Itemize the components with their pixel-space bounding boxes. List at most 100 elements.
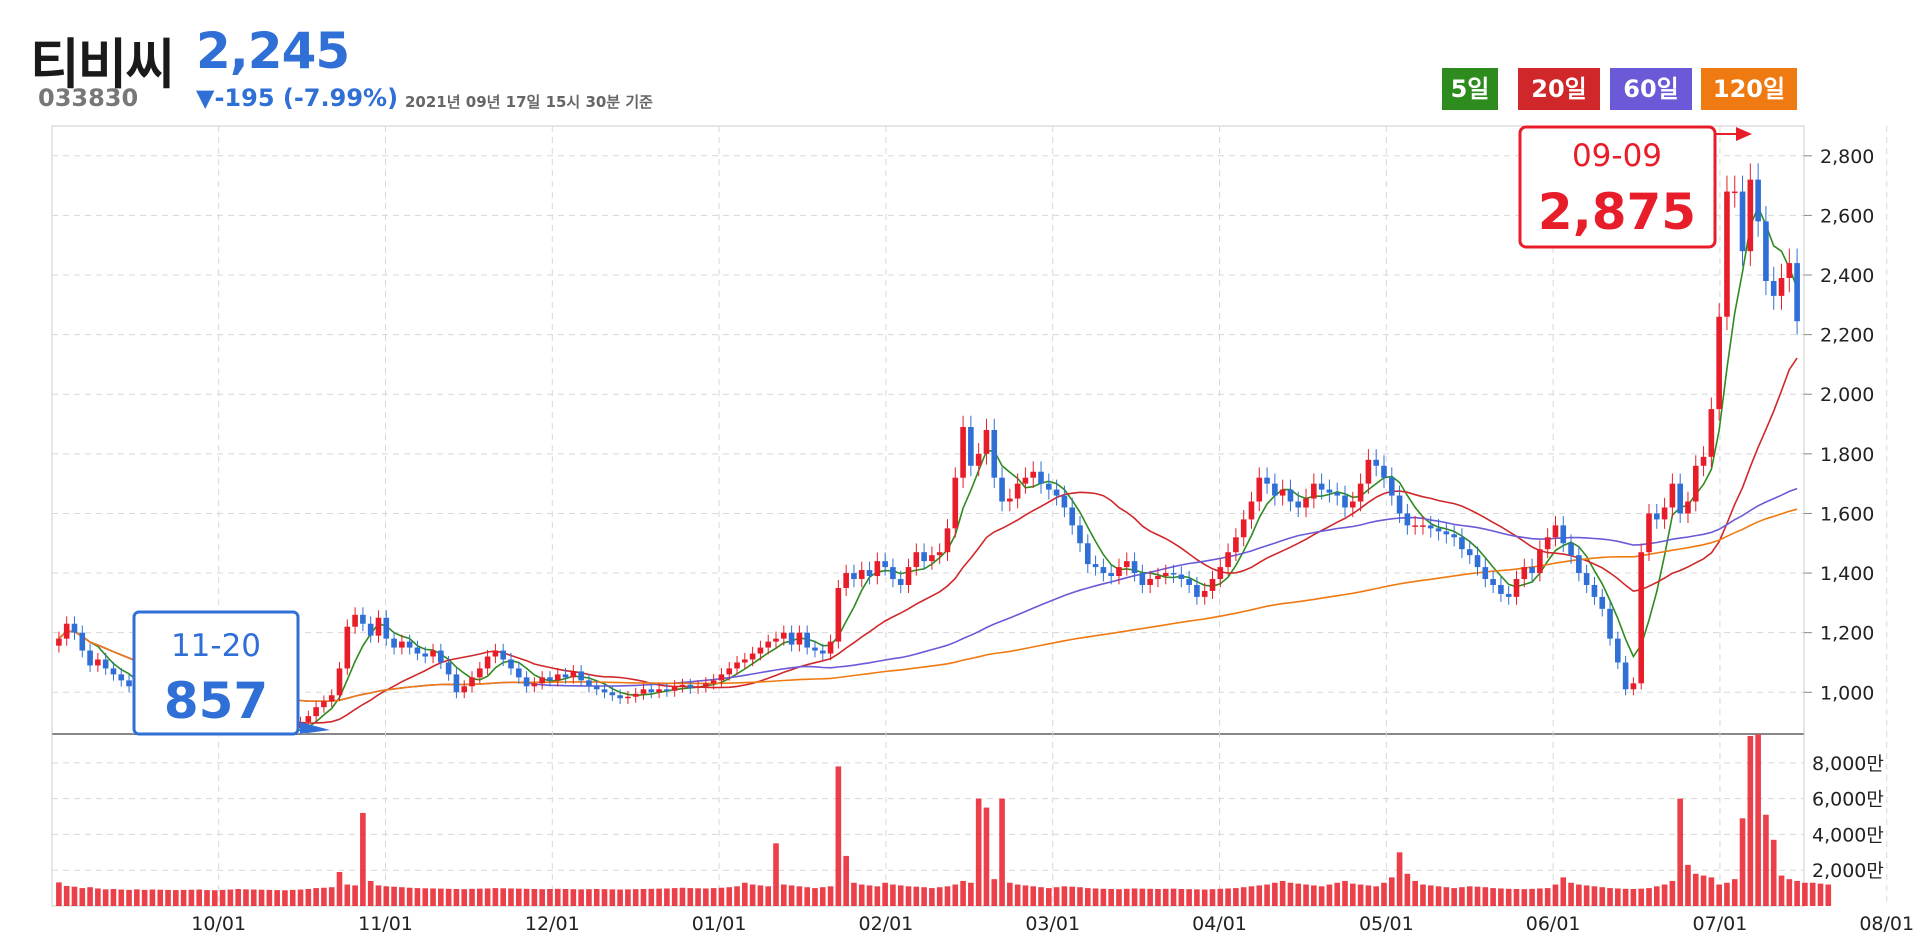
candle-body [1334,492,1341,496]
candle-body [422,653,429,657]
candle-body [710,680,717,684]
volume-bar [1685,864,1691,906]
candle-body [968,427,974,466]
volume-bar [913,886,920,906]
volume-bar [1326,884,1333,906]
volume-bar [625,889,631,906]
candle-body [687,684,694,688]
volume-bar [1123,888,1130,906]
candle-body [1669,483,1676,508]
candle-body [1279,489,1286,496]
date-tick-label: 01/01 [692,913,747,935]
price-tick-label: 2,600 [1820,205,1874,227]
candle-body [1630,683,1637,690]
candle-body [1162,573,1169,577]
volume-bar [1046,888,1052,906]
volume-bar [1350,883,1356,906]
volume-bar [313,888,319,906]
volume-bar [360,812,366,906]
candle-body [1583,573,1590,585]
volume-bar [165,889,171,906]
volume-bar [648,888,655,906]
volume-bar [586,889,592,906]
volume-bar [1537,888,1543,906]
candle-body [1131,561,1138,574]
volume-bar [87,887,93,906]
date-tick-label: 06/01 [1526,913,1581,935]
volume-bar [352,885,358,906]
candle-body [118,674,125,681]
price-tick-label: 1,200 [1820,623,1874,645]
volume-bar [1763,814,1769,906]
volume-bar [1038,887,1044,906]
volume-bar [149,889,156,906]
volume-bar [141,889,148,906]
candle-body [1498,584,1504,594]
candle-body [1568,543,1574,556]
volume-bar [227,889,234,906]
candle-body [882,561,888,568]
volume-tick-label: 4,000만 [1812,824,1884,846]
volume-bar [1365,885,1372,906]
candle-body [804,632,810,648]
price-candles [56,163,1800,736]
volume-bar [726,887,733,906]
volume-bar [1692,873,1699,906]
volume-bar [827,886,834,906]
volume-bar [1716,884,1722,906]
candle-body [952,477,959,529]
volume-bar [1170,888,1177,906]
volume-bar [593,889,600,906]
candle-body [617,695,623,699]
volume-bar [1022,885,1029,906]
candle-body [1116,567,1122,577]
candle-body [1778,278,1785,296]
high-annotation-value: 2,875 [1538,183,1696,241]
volume-bar [469,888,475,906]
volume-bar [1311,885,1317,906]
volume-bar [1513,889,1520,906]
candle-body [102,659,109,669]
candle-body [679,684,686,687]
volume-bar [1576,884,1582,906]
volume-axis: 8,000만 6,000만 4,000만 2,000만 [1812,753,1884,882]
candle-body [1661,507,1668,520]
volume-bar [414,888,421,906]
candle-body [87,650,93,666]
candle-body [1700,456,1707,466]
volume-bar [438,888,444,906]
candle-body [56,638,62,646]
volume-bar [531,889,538,906]
candle-body [1677,483,1683,514]
candle-body [1529,567,1535,574]
volume-bar [1287,882,1294,906]
candle-body [921,552,927,562]
volume-bar [570,889,577,906]
candle-body [367,623,374,636]
volume-bar [858,884,865,906]
candle-body [1139,573,1146,585]
candle-body [1194,584,1200,597]
candle-body [851,573,857,580]
candle-body [1622,662,1629,690]
candle-body [1404,513,1411,526]
candle-body [375,617,382,636]
volume-bar [975,798,982,906]
volume-bar [274,890,280,906]
price-tick-label: 2,400 [1820,265,1874,287]
volume-tick-label: 2,000만 [1812,860,1884,882]
volume-bar [1427,885,1434,906]
candle-body [1490,579,1496,585]
volume-bar [562,889,569,906]
volume-bar [968,882,974,906]
high-annotation-date: 09-09 [1572,138,1662,174]
volume-bar [757,885,764,906]
volume-bar [617,889,623,906]
volume-bar [1139,888,1146,906]
volume-bar [929,888,935,906]
volume-pane-frame [51,733,1805,907]
volume-tick-label: 6,000만 [1812,789,1884,811]
volume-bar [95,888,101,906]
ma-line [58,357,1798,724]
candle-body [874,561,881,577]
